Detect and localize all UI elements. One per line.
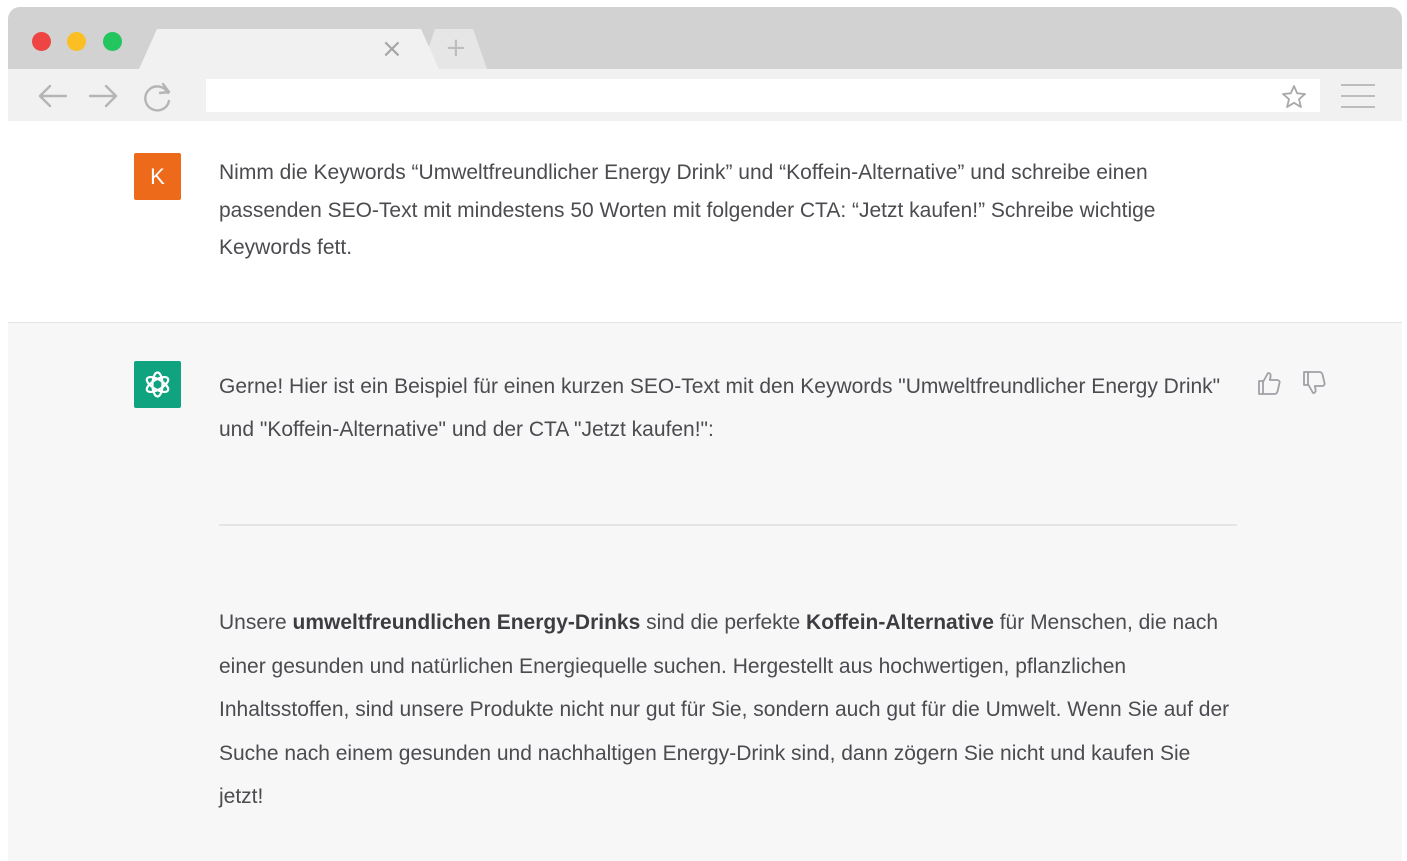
close-window-button[interactable] — [32, 32, 51, 51]
thumbs-up-icon[interactable] — [1255, 369, 1283, 397]
keyword-bold: Koffein-Alternative — [806, 611, 994, 634]
thumbs-down-icon[interactable] — [1300, 369, 1328, 397]
star-icon[interactable] — [1280, 83, 1308, 111]
user-message-text: Nimm die Keywords “Umweltfreundlicher En… — [219, 161, 1156, 259]
seo-text-part: Unsere — [219, 611, 293, 634]
assistant-intro-text: Gerne! Hier ist ein Beispiel für einen k… — [219, 375, 1221, 441]
address-bar[interactable] — [206, 79, 1320, 112]
hamburger-menu-icon[interactable] — [1340, 83, 1376, 109]
browser-window: + × K Nimm die Keywords “Umweltfreundlic… — [8, 7, 1402, 861]
reload-icon[interactable] — [141, 79, 175, 113]
assistant-seo-text: Unsere umweltfreundlichen Energy-Drinks … — [219, 601, 1239, 819]
minimize-window-button[interactable] — [67, 32, 86, 51]
assistant-avatar — [134, 361, 181, 408]
plus-icon[interactable]: + — [445, 35, 467, 61]
seo-text-part: sind die perfekte — [640, 611, 807, 634]
user-avatar: K — [134, 153, 181, 200]
maximize-window-button[interactable] — [103, 32, 122, 51]
openai-logo-icon — [145, 371, 170, 398]
arrow-left-icon[interactable] — [36, 79, 70, 113]
tab-close-icon[interactable]: × — [381, 36, 403, 62]
separator-line — [219, 524, 1237, 526]
arrow-right-icon[interactable] — [86, 79, 120, 113]
keyword-bold: umweltfreundlichen Energy-Drinks — [292, 611, 641, 634]
seo-text-part: für Menschen, die nach einer gesunden un… — [219, 611, 1230, 808]
